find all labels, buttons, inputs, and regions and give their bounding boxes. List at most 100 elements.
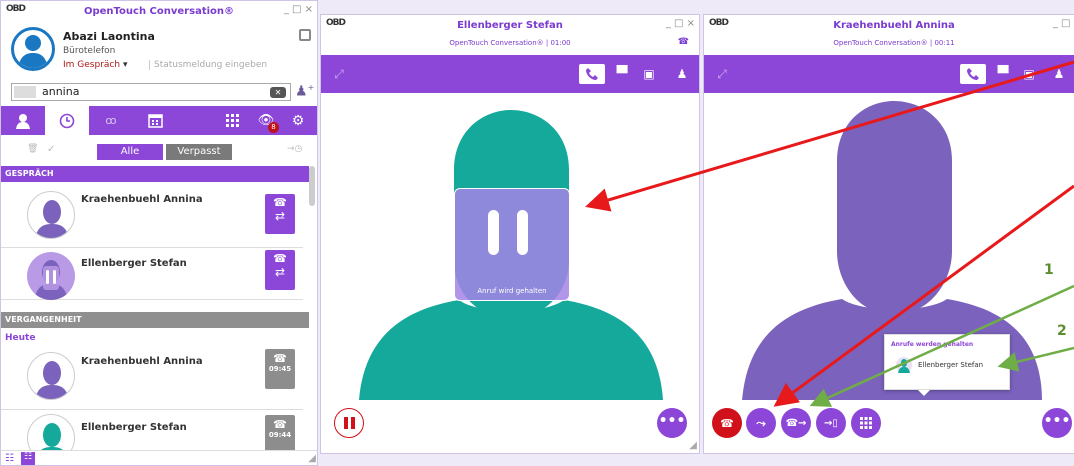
dialpad-icon [226,113,239,127]
participants-icon[interactable]: ♟ [1049,64,1069,84]
tab-bar: ꝏ 👁 8 ⚙ [1,106,317,135]
profile-avatar[interactable] [11,27,55,71]
chat-icon[interactable]: ▀ [612,64,632,84]
window-controls[interactable]: _ □ × [1053,18,1074,29]
phone-icon [586,68,598,80]
swap-call-button[interactable]: ☎ ⇄ [265,250,295,290]
today-label: Heute [5,333,36,343]
more-options-button[interactable]: ••• [1042,408,1072,438]
phone-icon: ☎ [273,352,287,365]
popup-title: Anrufe werden gehalten [891,341,974,348]
bottom-bar: ☷ ☷ ◢ [1,450,317,465]
call-time: 09:44 [268,431,292,439]
forward-call-button[interactable]: ☎→ [781,408,811,438]
title-bar: OBD Kraehenbuehl Annina _ □ × [704,15,1074,35]
trash-icon[interactable]: 🗑 [27,144,38,154]
notification-badge: 8 [268,122,279,133]
search-input[interactable]: annina [42,85,79,98]
tab-history[interactable] [45,106,89,135]
list-item[interactable]: Ellenberger Stefan ☎ 09:44 [1,410,303,462]
window-subtitle: OpenTouch Conversation® | 01:00 [449,39,571,47]
avatar [27,191,75,239]
contact-name: Ellenberger Stefan [81,258,187,269]
voicemail-icon[interactable] [299,29,311,41]
phone-icon: ☎ [273,252,287,265]
more-icon: ••• [1043,412,1071,429]
hang-up-button[interactable]: ☎ [712,408,742,438]
compact-view-icon[interactable]: ☷ [21,452,35,465]
filter-missed-button[interactable]: Verpasst [166,144,232,160]
window-subtitle: OpenTouch Conversation® | 00:11 [833,39,955,47]
window-title: Kraehenbuehl Annina [833,20,955,31]
status-dropdown[interactable]: Im Gespräch ▾ [63,60,127,70]
screen-share-icon[interactable]: ▣ [1019,64,1039,84]
list-item[interactable]: Kraehenbuehl Annina ☎ 09:45 [1,344,303,410]
tab-voicemail[interactable]: ꝏ [89,106,133,135]
title-bar: OBD Ellenberger Stefan _ □ × [321,15,699,35]
annotation-label-1: 1 [1044,262,1054,278]
avatar [27,352,75,400]
window-controls[interactable]: _ □ × [284,4,313,15]
list-item[interactable]: Ellenberger Stefan ☎ ⇄ [1,248,303,300]
screen-share-icon[interactable]: ▣ [639,64,659,84]
call-toolbar: ⤢ ▀ ▣ ♟ [704,55,1074,93]
hang-up-icon: ☎ [720,416,734,430]
check-icon[interactable]: ✓ [47,144,55,155]
clear-icon[interactable]: ✕ [270,87,286,98]
phone-icon: ☎ [273,196,287,209]
transfer-button[interactable]: ⤳ [746,408,776,438]
window-title: OpenTouch Conversation® [83,6,235,17]
footer-bar [321,400,699,453]
section-current-calls: GESPRÄCH [1,166,309,182]
voicemail-tab-icon: ꝏ [105,114,117,127]
window-title: Ellenberger Stefan [457,20,563,31]
transfer-icon: ⤳ [756,415,766,430]
expand-icon[interactable]: ⤢ [329,64,349,84]
filter-icon[interactable] [14,86,36,98]
scrollbar[interactable] [309,166,315,206]
resize-grip-icon[interactable]: ◢ [689,440,697,451]
transfer-to-device-button[interactable]: →▯ [816,408,846,438]
phone-tab[interactable] [579,64,605,84]
list-view-icon[interactable]: ☷ [5,453,14,464]
resume-call-button[interactable] [334,408,364,438]
dialpad-icon [860,417,872,429]
dialpad-button[interactable] [215,106,251,135]
device-transfer-icon: →▯ [824,417,838,429]
tab-calendar[interactable] [133,106,177,135]
add-contact-icon[interactable]: ♟+ [295,83,314,100]
resize-grip-icon[interactable]: ◢ [308,453,316,464]
list-item[interactable]: Kraehenbuehl Annina ☎ ⇄ [1,182,303,248]
expand-icon[interactable]: ⤢ [712,64,732,84]
settings-button[interactable]: ⚙ [283,106,313,135]
search-box[interactable]: annina ✕ [11,83,291,101]
participants-icon[interactable]: ♟ [672,64,692,84]
call-toolbar: ⤢ ▀ ▣ ♟ [321,55,699,93]
pause-bar [350,417,355,429]
hold-overlay: Anruf wird gehalten [454,188,570,301]
annotation-label-2: 2 [1057,323,1067,339]
status-message-input[interactable]: Statusmeldung eingeben [149,60,267,70]
phone-tab[interactable] [960,64,986,84]
avatar [27,252,75,300]
ringing-icon: ☎ [677,37,689,47]
swap-call-button[interactable]: ☎ ⇄ [265,194,295,234]
tab-contacts[interactable] [1,106,45,135]
contact-name: Kraehenbuehl Annina [81,194,203,205]
more-options-button[interactable]: ••• [657,408,687,438]
mark-read-icon[interactable]: →◷ [287,144,302,154]
callback-button[interactable]: ☎ 09:45 [265,349,295,389]
user-name: Abazi Laontina [63,30,155,43]
pause-icon [343,417,348,429]
callback-button[interactable]: ☎ 09:44 [265,415,295,455]
window-controls[interactable]: _ □ × [666,18,695,29]
watch-button[interactable]: 👁 8 [251,106,281,135]
chat-icon[interactable]: ▀ [993,64,1013,84]
calendar-icon [147,114,163,128]
person-icon [16,113,30,129]
held-calls-popup[interactable]: Anrufe werden gehalten Ellenberger Stefa… [884,334,1010,390]
filter-all-button[interactable]: Alle [97,144,163,160]
phone-icon: ☎ [273,418,287,431]
avatar [896,357,912,373]
dialpad-button[interactable] [851,408,881,438]
